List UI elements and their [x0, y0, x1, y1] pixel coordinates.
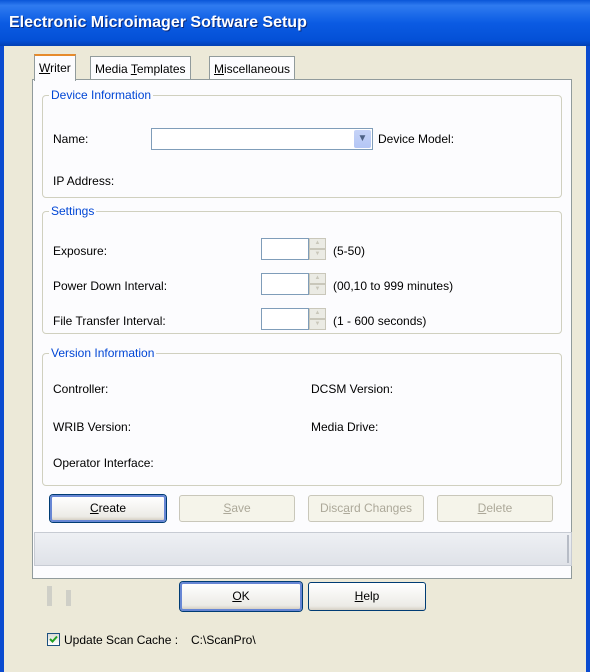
- power-down-range-label: (00,10 to 999 minutes): [333, 279, 454, 293]
- exposure-stepper[interactable]: ▲ ▼: [261, 238, 327, 260]
- exposure-range-label: (5-50): [333, 244, 366, 258]
- spin-up-icon[interactable]: ▲: [309, 273, 326, 284]
- device-information-legend: Device Information: [51, 88, 152, 102]
- controller-label: Controller:: [53, 382, 109, 396]
- tab-writer[interactable]: Writer: [34, 54, 76, 81]
- version-information-legend: Version Information: [51, 346, 155, 360]
- spin-down-icon[interactable]: ▼: [309, 249, 326, 260]
- wrib-version-label: WRIB Version:: [53, 420, 132, 434]
- help-button[interactable]: Help: [308, 582, 426, 611]
- file-transfer-interval-label: File Transfer Interval:: [53, 314, 166, 328]
- media-drive-label: Media Drive:: [311, 420, 379, 434]
- dcsm-version-label: DCSM Version:: [311, 382, 394, 396]
- window-frame-left: [0, 46, 4, 672]
- exposure-label: Exposure:: [53, 244, 108, 258]
- status-indicator-right: [66, 590, 71, 606]
- checkmark-icon: [49, 635, 58, 643]
- save-button[interactable]: Save: [179, 495, 295, 522]
- spin-up-icon[interactable]: ▲: [309, 238, 326, 249]
- delete-button[interactable]: Delete: [437, 495, 553, 522]
- power-down-interval-label: Power Down Interval:: [53, 279, 168, 293]
- power-down-interval-input[interactable]: [261, 273, 309, 295]
- settings-group: Settings Exposure: ▲ ▼ (5-50) Power Down…: [42, 204, 562, 334]
- create-button[interactable]: Create: [50, 495, 166, 522]
- device-information-group: Device Information Name: ▼ Device Model:…: [42, 88, 562, 198]
- device-name-combobox[interactable]: ▼: [151, 128, 373, 150]
- file-transfer-range-label: (1 - 600 seconds): [333, 314, 427, 328]
- name-label: Name:: [53, 132, 89, 146]
- exposure-input[interactable]: [261, 238, 309, 260]
- file-transfer-interval-input[interactable]: [261, 308, 309, 330]
- update-scan-cache-checkbox[interactable]: [47, 633, 60, 646]
- tab-media-templates[interactable]: Media Templates: [90, 56, 191, 80]
- progress-bar: [34, 532, 572, 566]
- tab-miscellaneous[interactable]: Miscellaneous: [209, 56, 296, 80]
- settings-legend: Settings: [51, 204, 95, 218]
- operator-interface-label: Operator Interface:: [53, 456, 154, 470]
- ok-button[interactable]: OK: [180, 582, 302, 611]
- cache-path-text: C:\ScanPro\: [191, 633, 256, 647]
- power-down-interval-stepper[interactable]: ▲ ▼: [261, 273, 327, 295]
- window-title: Electronic Microimager Software Setup: [9, 14, 307, 31]
- writer-tab-panel: Device Information Name: ▼ Device Model:…: [32, 79, 572, 579]
- spin-down-icon[interactable]: ▼: [309, 284, 326, 295]
- spin-down-icon[interactable]: ▼: [309, 319, 326, 330]
- chevron-down-icon[interactable]: ▼: [354, 130, 371, 148]
- version-information-group: Version Information Controller: DCSM Ver…: [42, 346, 562, 486]
- spin-up-icon[interactable]: ▲: [309, 308, 326, 319]
- update-scan-cache-label: Update Scan Cache :: [64, 633, 179, 647]
- status-indicator-left: [47, 586, 52, 606]
- file-transfer-interval-stepper[interactable]: ▲ ▼: [261, 308, 327, 330]
- ip-address-label: IP Address:: [53, 174, 115, 188]
- window-frame-right: [586, 46, 590, 672]
- device-model-label: Device Model:: [378, 132, 455, 146]
- discard-changes-button[interactable]: Discard Changes: [308, 495, 424, 522]
- title-bar[interactable]: Electronic Microimager Software Setup: [0, 0, 590, 46]
